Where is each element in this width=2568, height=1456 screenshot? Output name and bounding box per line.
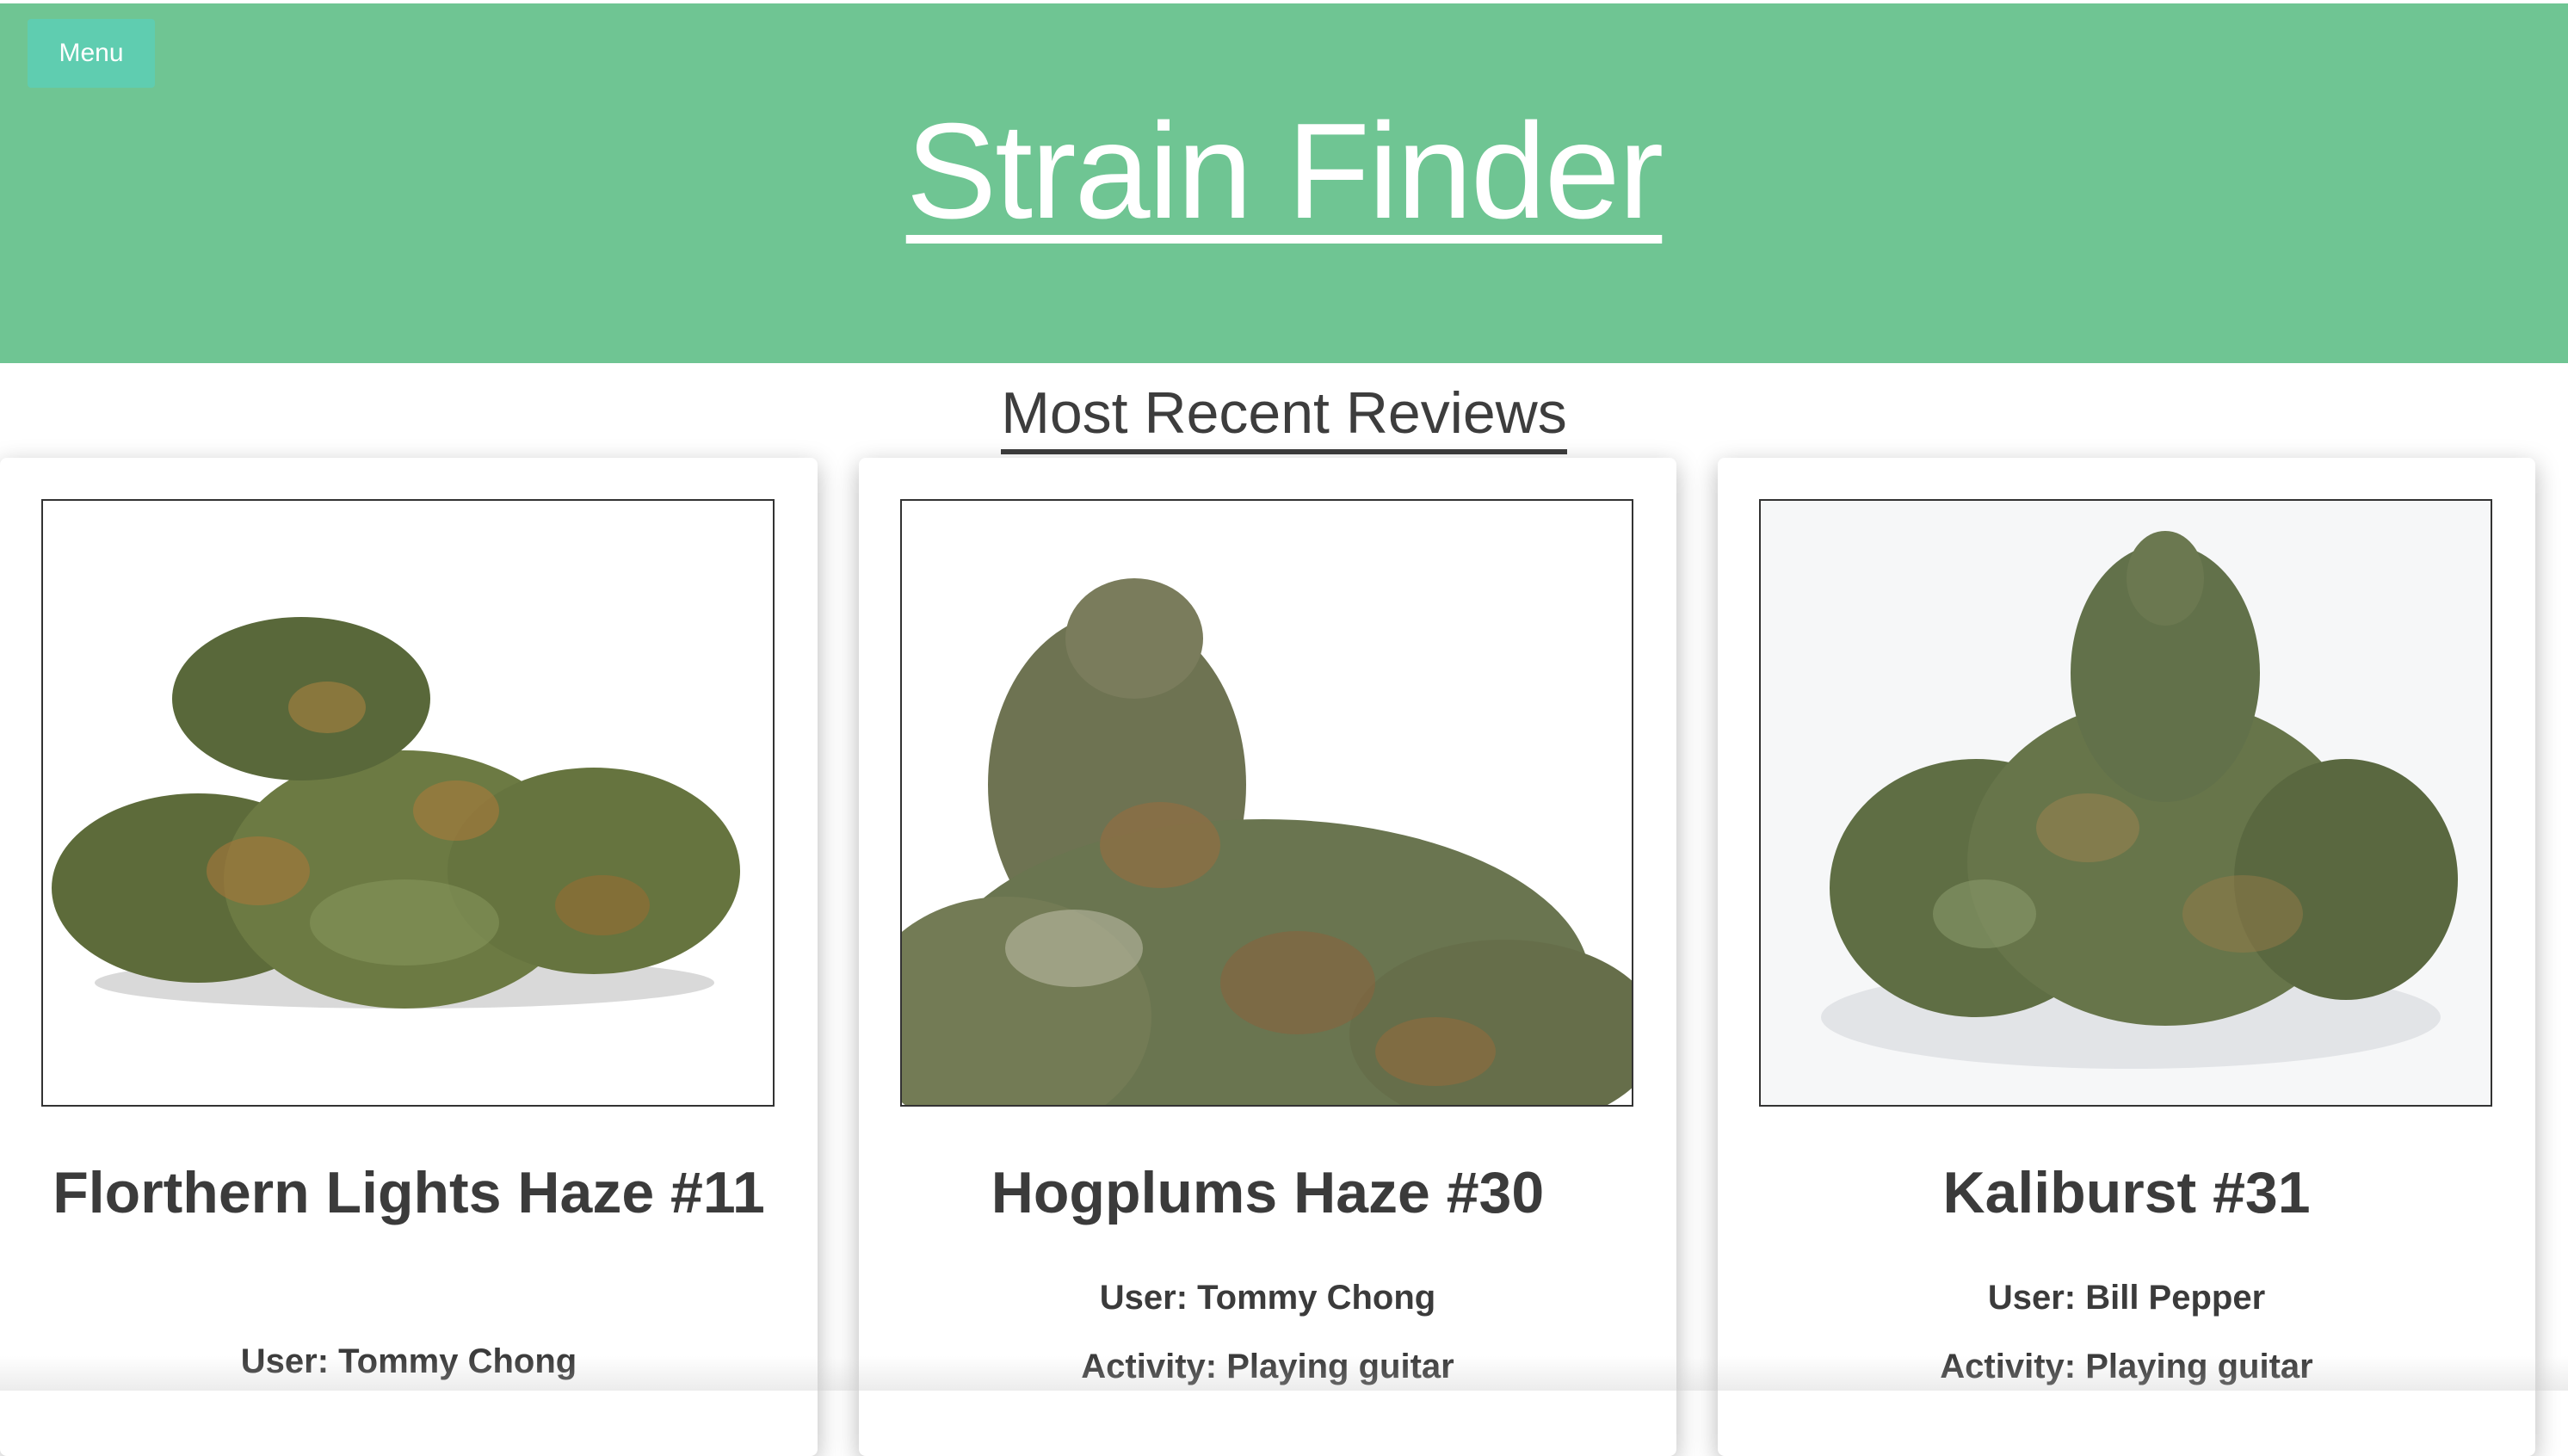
section-title-text: Most Recent Reviews: [1001, 380, 1567, 454]
cannabis-bud-photo: [902, 501, 1632, 1105]
review-user: User: Bill Pepper: [1987, 1279, 2266, 1317]
strain-name[interactable]: Kaliburst #31: [1752, 1146, 2501, 1239]
section-title: Most Recent Reviews: [0, 377, 2568, 454]
cannabis-bud-photo: [1761, 501, 2491, 1105]
review-card[interactable]: Florthern Lights Haze #11 User: Tommy Ch…: [0, 458, 818, 1456]
review-user: User: Tommy Chong: [240, 1342, 577, 1380]
strain-image[interactable]: [1759, 499, 2492, 1107]
menu-button[interactable]: Menu: [28, 19, 155, 88]
site-header: Menu Strain Finder: [0, 3, 2568, 363]
strain-name[interactable]: Florthern Lights Haze #11: [34, 1146, 783, 1239]
review-card[interactable]: Hogplums Haze #30 User: Tommy Chong Acti…: [859, 458, 1676, 1456]
review-card[interactable]: Kaliburst #31 User: Bill Pepper Activity…: [1718, 458, 2535, 1456]
review-user: User: Tommy Chong: [1099, 1279, 1436, 1317]
site-title: Strain Finder: [0, 94, 2568, 249]
review-activity: Activity: Playing guitar: [1081, 1348, 1454, 1385]
strain-image[interactable]: [900, 499, 1633, 1107]
site-title-link[interactable]: Strain Finder: [906, 96, 1664, 247]
cannabis-bud-photo: [43, 501, 773, 1105]
strain-name[interactable]: Hogplums Haze #30: [893, 1146, 1642, 1239]
review-activity: Activity: Playing guitar: [1940, 1348, 2313, 1385]
strain-image[interactable]: [41, 499, 775, 1107]
